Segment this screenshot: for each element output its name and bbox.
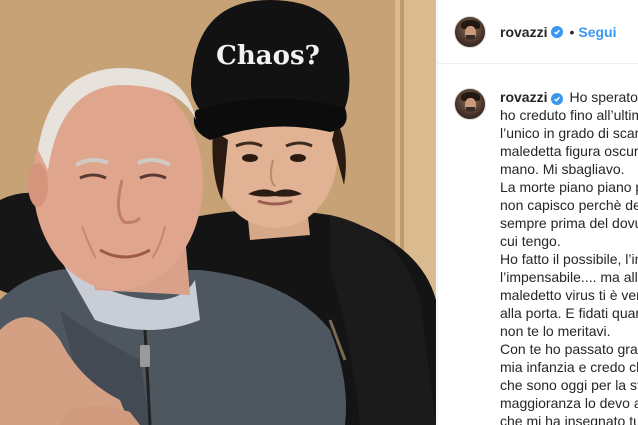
post-header: rovazzi • Segui [438, 0, 638, 64]
caption-username[interactable]: rovazzi [500, 89, 547, 105]
caption-line-11: maledetto virus ti è ven [500, 287, 638, 303]
caption-line-7: sempre prima del dovu [500, 215, 638, 231]
caption-line-8: cui tengo. [500, 233, 561, 249]
caption-line-18: che mi ha insegnato tu [500, 413, 638, 425]
caption-line-9: Ho fatto il possibile, l’im [500, 251, 638, 267]
post-image: Chaos? [0, 0, 436, 425]
caption-line-2: l’unico in grado di scam [500, 125, 638, 141]
follow-button[interactable]: Segui [578, 24, 616, 40]
caption-line-3: maledetta figura oscura [500, 143, 638, 159]
caption-line-15: mia infanzia e credo ch [500, 359, 638, 375]
avatar[interactable] [454, 15, 486, 48]
caption-line-0: Ho sperato n [569, 89, 638, 105]
caption-line: rovazzi Ho sperato n [500, 88, 638, 106]
caption-text: rovazzi Ho sperato n ho creduto fino all’… [500, 88, 638, 425]
post-side-panel: rovazzi • Segui rovazzi Ho sperato n ho c… [437, 0, 638, 425]
caption-line-6: non capisco perchè del [500, 197, 638, 213]
verified-badge-icon [551, 25, 564, 38]
caption-line-17: maggioranza lo devo a [500, 395, 638, 411]
cap-text: Chaos? [216, 41, 320, 71]
caption-line-4: mano. Mi sbagliavo. [500, 161, 625, 177]
caption-line-14: Con te ho passato gran [500, 341, 638, 357]
caption-avatar[interactable] [454, 88, 486, 120]
caption-line-12: alla porta. E fidati quan [500, 305, 638, 321]
separator-dot: • [569, 23, 575, 40]
verified-badge-icon [551, 93, 564, 105]
caption-line-13: non te lo meritavi. [500, 323, 611, 339]
caption-line-16: che sono oggi per la st [500, 377, 638, 393]
post-photo[interactable]: Chaos? [0, 0, 436, 425]
caption-comment: rovazzi Ho sperato n ho creduto fino all’… [438, 64, 638, 425]
caption-line-5: La morte piano piano p [500, 179, 638, 195]
caption-line-1: ho creduto fino all’ultim [500, 107, 638, 123]
header-username[interactable]: rovazzi [500, 24, 547, 40]
caption-line-10: l’impensabile.... ma alla [500, 269, 638, 285]
